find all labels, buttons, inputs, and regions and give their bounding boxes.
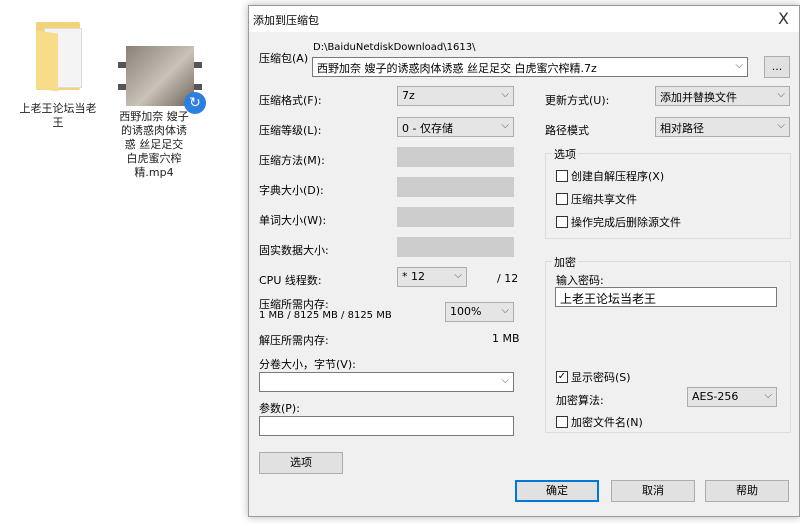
path-select[interactable]: 相对路径 ⌵ [655,117,790,137]
enc-method-label: 加密算法: [556,394,604,407]
chevron-down-icon: ⌵ [764,390,772,401]
archive-name-combo[interactable]: 西野加奈 嫂子的诱惑肉体诱惑 丝足足交 白虎蜜穴榨精.7z ⌵ [312,57,748,77]
help-button[interactable]: 帮助 [705,480,789,502]
encryption-group: 加密 输入密码: 上老王论坛当老王 ✓ 显示密码(S) 加密算法: AES-256… [545,254,791,433]
archive-path: D:\BaiduNetdiskDownload\1613\ [313,42,476,53]
level-value: 0 - 仅存储 [402,122,453,135]
format-select[interactable]: 7z ⌵ [397,86,514,106]
password-label: 输入密码: [556,274,604,287]
chevron-down-icon: ⌵ [777,89,785,100]
password-input[interactable]: 上老王论坛当老王 [555,287,777,307]
desktop-video-file[interactable]: ↻ 西野加奈 嫂子的诱惑肉体诱惑 丝足足交 白虎蜜穴榨精.mp4 [118,46,206,180]
delete-source-checkbox[interactable]: 操作完成后删除源文件 [556,214,681,230]
solid-select[interactable] [397,237,514,257]
shared-label: 压缩共享文件 [571,193,637,206]
cpu-max: / 12 [497,272,519,285]
browse-button[interactable]: ... [764,56,790,78]
sfx-label: 创建自解压程序(X) [571,170,665,183]
video-thumbnail-icon: ↻ [118,46,206,114]
video-label: 西野加奈 嫂子的诱惑肉体诱惑 丝足足交 白虎蜜穴榨精.mp4 [119,110,189,179]
sfx-checkbox[interactable]: 创建自解压程序(X) [556,168,664,184]
chevron-down-icon: ⌵ [501,120,509,131]
ok-button[interactable]: 确定 [515,480,599,502]
options-button[interactable]: 选项 [259,452,343,474]
cpu-label: CPU 线程数: [259,274,322,287]
dialog-title: 添加到压缩包 [253,14,319,27]
demem-value: 1 MB [492,332,520,345]
update-label: 更新方式(U): [545,94,610,107]
desktop-folder[interactable]: 上老王论坛当老王 [18,22,98,130]
word-select[interactable] [397,207,514,227]
path-label: 路径模式 [545,124,589,137]
split-label: 分卷大小，字节(V): [259,358,356,371]
enc-method-select[interactable]: AES-256 ⌵ [687,387,777,407]
options-group-title: 选项 [552,146,578,162]
method-label: 压缩方法(M): [259,154,325,167]
title-bar: 添加到压缩包 X [249,6,799,32]
encryption-group-title: 加密 [552,254,578,270]
shared-checkbox[interactable]: 压缩共享文件 [556,191,637,207]
archive-name-value: 西野加奈 嫂子的诱惑肉体诱惑 丝足足交 白虎蜜穴榨精.7z [317,62,597,75]
show-password-checkbox[interactable]: ✓ 显示密码(S) [556,369,631,385]
archive-label: 压缩包(A) [259,52,309,65]
sync-badge-icon: ↻ [184,92,206,114]
format-label: 压缩格式(F): [259,94,322,107]
delete-source-label: 操作完成后删除源文件 [571,216,681,229]
solid-label: 固实数据大小: [259,244,329,257]
check-icon: ✓ [556,371,568,383]
split-combo[interactable]: ⌵ [259,372,514,392]
level-label: 压缩等级(L): [259,124,322,137]
path-value: 相对路径 [660,122,704,135]
add-to-archive-dialog: 添加到压缩包 X 压缩包(A) D:\BaiduNetdiskDownload\… [248,5,800,517]
cpu-select[interactable]: * 12 ⌵ [397,267,467,287]
cpu-value: * 12 [402,270,425,283]
encrypt-names-checkbox[interactable]: 加密文件名(N) [556,414,643,430]
word-label: 单词大小(W): [259,214,327,227]
chevron-down-icon: ⌵ [501,305,509,316]
mem-percent-select[interactable]: 100% ⌵ [445,302,514,322]
params-input[interactable] [259,416,514,436]
enc-method-value: AES-256 [692,390,739,403]
close-button[interactable]: X [778,9,789,28]
folder-icon [30,22,86,92]
options-group: 选项 创建自解压程序(X) 压缩共享文件 操作完成后删除源文件 [545,146,791,239]
encrypt-names-label: 加密文件名(N) [571,416,643,429]
format-value: 7z [402,89,415,102]
method-select[interactable] [397,147,514,167]
demem-label: 解压所需内存: [259,334,329,347]
mem-value: 1 MB / 8125 MB / 8125 MB [259,310,392,321]
params-label: 参数(P): [259,402,300,415]
chevron-down-icon: ⌵ [777,120,785,131]
level-select[interactable]: 0 - 仅存储 ⌵ [397,117,514,137]
chevron-down-icon: ⌵ [735,60,743,71]
mem-percent-value: 100% [450,305,482,318]
chevron-down-icon: ⌵ [501,89,509,100]
chevron-down-icon: ⌵ [501,375,509,386]
dict-select[interactable] [397,177,514,197]
dict-label: 字典大小(D): [259,184,324,197]
update-select[interactable]: 添加并替换文件 ⌵ [655,86,790,106]
show-password-label: 显示密码(S) [571,371,631,384]
cancel-button[interactable]: 取消 [611,480,695,502]
update-value: 添加并替换文件 [660,91,737,104]
folder-label: 上老王论坛当老王 [19,102,97,129]
chevron-down-icon: ⌵ [454,270,462,281]
